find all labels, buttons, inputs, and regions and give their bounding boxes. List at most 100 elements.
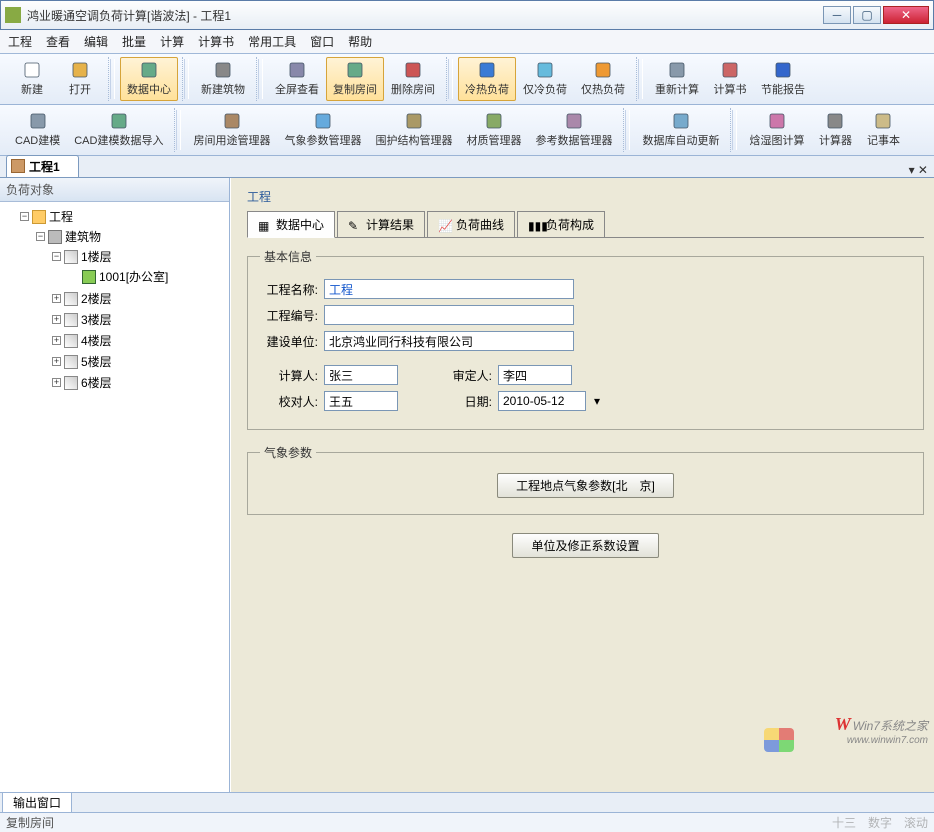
menu-calc[interactable]: 计算: [160, 33, 184, 50]
tree-node-building[interactable]: − 建筑物: [34, 227, 227, 246]
tree-node-room[interactable]: 1001[办公室]: [66, 267, 227, 286]
document-tab[interactable]: 工程1: [6, 155, 79, 177]
tree-view[interactable]: − 工程 − 建筑物 − 1楼层: [0, 202, 229, 792]
calc-book-button[interactable]: 计算书: [706, 57, 754, 101]
tree-node-project[interactable]: − 工程: [18, 207, 227, 226]
new-button[interactable]: 新建: [8, 57, 56, 101]
expand-icon[interactable]: +: [52, 315, 61, 324]
content-panel: 工程 ▦数据中心 ✎计算结果 📈负荷曲线 ▮▮▮负荷构成 基本信息 工程名称: …: [230, 178, 934, 792]
floor-icon: [64, 250, 78, 264]
tab-load-composition[interactable]: ▮▮▮负荷构成: [517, 211, 605, 238]
cad-model-button[interactable]: CAD建模: [8, 108, 67, 152]
cold-hot-load-button[interactable]: 冷热负荷: [458, 57, 516, 101]
menu-calcbook[interactable]: 计算书: [198, 33, 234, 50]
check-by-field[interactable]: [324, 391, 398, 411]
new-building-button[interactable]: 新建筑物: [194, 57, 252, 101]
tree-node-floor[interactable]: + 4楼层: [50, 331, 227, 350]
hs-chart-button[interactable]: 焓湿图计算: [742, 108, 811, 152]
menubar: 工程 查看 编辑 批量 计算 计算书 常用工具 窗口 帮助: [0, 30, 934, 54]
recalc-button[interactable]: 重新计算: [648, 57, 706, 101]
copy-room-button[interactable]: 复制房间: [326, 57, 384, 101]
enclosure-mgr-button[interactable]: 围护结构管理器: [368, 108, 459, 152]
project-name-field[interactable]: [324, 279, 574, 299]
menu-edit[interactable]: 编辑: [84, 33, 108, 50]
tab-calc-result[interactable]: ✎计算结果: [337, 211, 425, 238]
calc-icon: [668, 61, 686, 79]
open-button[interactable]: 打开: [56, 57, 104, 101]
weather-group: 气象参数 工程地点气象参数[北 京]: [247, 444, 924, 515]
collapse-icon[interactable]: −: [20, 212, 29, 221]
energy-report-button[interactable]: 节能报告: [754, 57, 812, 101]
project-icon: [32, 210, 46, 224]
book-icon: [721, 61, 739, 79]
folder-icon: [71, 61, 89, 79]
fullscreen-button[interactable]: 全屏查看: [268, 57, 326, 101]
project-no-field[interactable]: [324, 305, 574, 325]
sidebar-header: 负荷对象: [0, 178, 229, 202]
weather-location-button[interactable]: 工程地点气象参数[北 京]: [497, 473, 674, 498]
tree-node-floor[interactable]: + 2楼层: [50, 289, 227, 308]
mat-icon: [485, 112, 503, 130]
cold-only-button[interactable]: 仅冷负荷: [516, 57, 574, 101]
notepad-button[interactable]: 记事本: [859, 108, 907, 152]
date-field[interactable]: [498, 391, 586, 411]
panel-tabstrip: ▦数据中心 ✎计算结果 📈负荷曲线 ▮▮▮负荷构成: [247, 211, 924, 238]
menu-batch[interactable]: 批量: [122, 33, 146, 50]
db-auto-update-button[interactable]: 数据库自动更新: [635, 108, 726, 152]
building-icon: [48, 230, 62, 244]
calculator-button[interactable]: 计算器: [811, 108, 859, 152]
expand-icon[interactable]: +: [52, 357, 61, 366]
collapse-icon[interactable]: −: [52, 252, 61, 261]
tree-node-floor[interactable]: − 1楼层: [50, 247, 227, 266]
close-button[interactable]: ✕: [883, 6, 929, 24]
tree-node-floor[interactable]: + 3楼层: [50, 310, 227, 329]
menu-view[interactable]: 查看: [46, 33, 70, 50]
expand-icon[interactable]: +: [52, 378, 61, 387]
zoom-icon: [288, 61, 306, 79]
company-field[interactable]: [324, 331, 574, 351]
review-by-field[interactable]: [498, 365, 572, 385]
weather-legend: 气象参数: [260, 444, 316, 461]
panel-title: 工程: [247, 188, 924, 205]
room-icon: [82, 270, 96, 284]
tab-load-curve[interactable]: 📈负荷曲线: [427, 211, 515, 238]
menu-tools[interactable]: 常用工具: [248, 33, 296, 50]
tree-node-floor[interactable]: + 5楼层: [50, 352, 227, 371]
wall-icon: [405, 112, 423, 130]
app-icon: [5, 7, 21, 23]
collapse-icon[interactable]: −: [36, 232, 45, 241]
maximize-button[interactable]: ▢: [853, 6, 881, 24]
mgr-icon: [223, 112, 241, 130]
bottom-tabstrip: 输出窗口: [0, 792, 934, 812]
expand-icon[interactable]: +: [52, 336, 61, 345]
tabstrip-more-icon[interactable]: ▾ ✕: [909, 163, 928, 177]
menu-project[interactable]: 工程: [8, 33, 32, 50]
ref-data-mgr-button[interactable]: 参考数据管理器: [528, 108, 619, 152]
document-tabstrip: 工程1 ▾ ✕: [0, 156, 934, 178]
ref-icon: [565, 112, 583, 130]
grid-icon: [140, 61, 158, 79]
room-usage-mgr-button[interactable]: 房间用途管理器: [186, 108, 277, 152]
tab-data-center[interactable]: ▦数据中心: [247, 211, 335, 238]
sun-icon: [594, 61, 612, 79]
data-center-button[interactable]: 数据中心: [120, 57, 178, 101]
calc-by-field[interactable]: [324, 365, 398, 385]
basic-info-legend: 基本信息: [260, 248, 316, 265]
toolbar-secondary: CAD建模CAD建模数据导入房间用途管理器气象参数管理器围护结构管理器材质管理器…: [0, 105, 934, 156]
hot-only-button[interactable]: 仅热负荷: [574, 57, 632, 101]
expand-icon[interactable]: +: [52, 294, 61, 303]
unit-correction-button[interactable]: 单位及修正系数设置: [512, 533, 658, 558]
menu-window[interactable]: 窗口: [310, 33, 334, 50]
file-icon: [23, 61, 41, 79]
weather-mgr-button[interactable]: 气象参数管理器: [277, 108, 368, 152]
output-window-tab[interactable]: 输出窗口: [2, 792, 72, 813]
material-mgr-button[interactable]: 材质管理器: [459, 108, 528, 152]
tree-node-floor[interactable]: + 6楼层: [50, 373, 227, 392]
date-dropdown-icon[interactable]: ▾: [594, 394, 600, 408]
bars-icon: ▮▮▮: [528, 219, 542, 231]
cad-import-button[interactable]: CAD建模数据导入: [67, 108, 170, 152]
minimize-button[interactable]: ─: [823, 6, 851, 24]
menu-help[interactable]: 帮助: [348, 33, 372, 50]
floor-icon: [64, 376, 78, 390]
delete-room-button[interactable]: 删除房间: [384, 57, 442, 101]
